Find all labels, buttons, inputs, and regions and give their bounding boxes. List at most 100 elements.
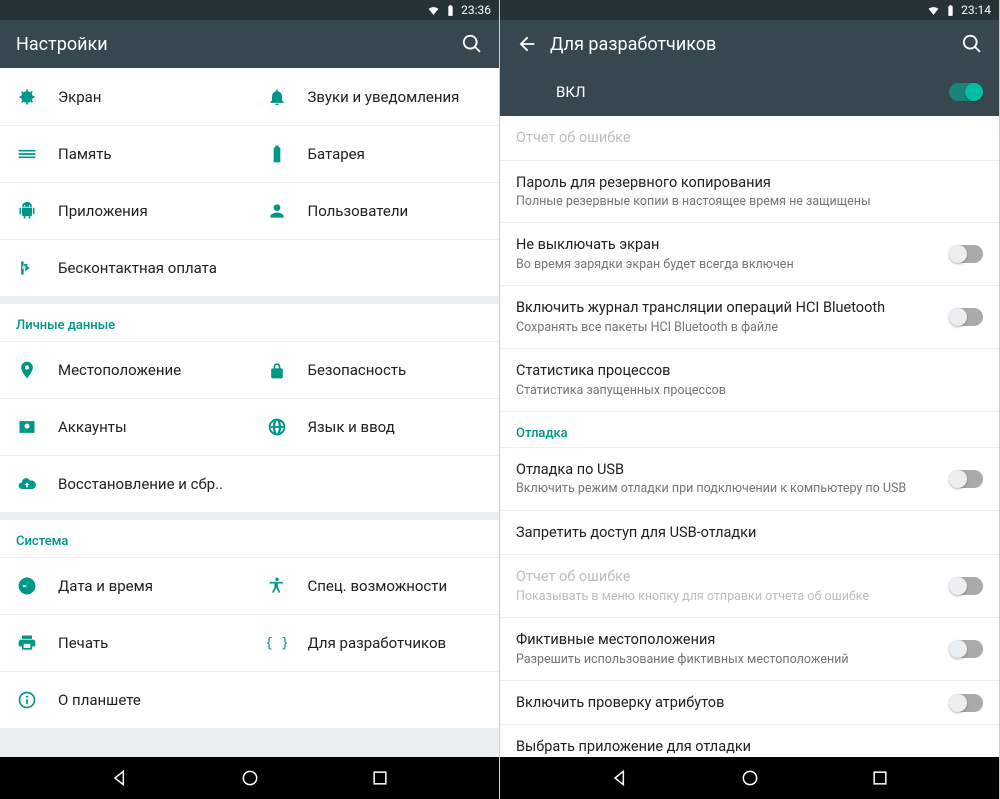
settings-item-display[interactable]: Экран	[0, 68, 250, 125]
list-item: Отчет об ошибкеПоказывать в меню кнопку …	[500, 555, 999, 618]
settings-item-android[interactable]: Приложения	[0, 182, 250, 239]
nav-bar	[0, 757, 499, 799]
list-item-title: Отчет об ошибке	[516, 567, 929, 587]
nav-back-icon[interactable]	[610, 768, 630, 788]
list-item-title: Не выключать экран	[516, 235, 929, 255]
list-item[interactable]: Пароль для резервного копированияПолные …	[500, 161, 999, 224]
master-switch-row[interactable]: ВКЛ	[500, 68, 999, 116]
list-item-title: Запретить доступ для USB-отладки	[516, 523, 983, 543]
master-switch[interactable]	[949, 83, 983, 101]
nav-back-icon[interactable]	[110, 768, 130, 788]
accessibility-icon	[266, 575, 288, 597]
status-bar: 23:14	[500, 0, 999, 20]
list-item-title: Включить проверку атрибутов	[516, 693, 929, 713]
settings-item-location[interactable]: Местоположение	[0, 341, 250, 398]
list-item-title: Выбрать приложение для отладки	[516, 737, 983, 757]
settings-item-label: Для разработчиков	[308, 634, 447, 652]
list-item-title: Отладка по USB	[516, 460, 929, 480]
toggle-switch[interactable]	[949, 694, 983, 712]
settings-item-label: Язык и ввод	[308, 418, 395, 436]
section-header: Личные данные	[0, 304, 499, 341]
list-item-title: Включить журнал трансляции операций HCI …	[516, 298, 929, 318]
settings-item-dev[interactable]: { } Для разработчиков	[250, 614, 500, 671]
globe-icon	[266, 416, 288, 438]
settings-item-memory[interactable]: Память	[0, 125, 250, 182]
settings-item-label: Печать	[58, 634, 108, 652]
toggle-switch[interactable]	[949, 640, 983, 658]
settings-item-account[interactable]: Аккаунты	[0, 398, 250, 455]
list-item[interactable]: Включить проверку атрибутов	[500, 681, 999, 726]
toggle-switch[interactable]	[949, 245, 983, 263]
clock-icon	[16, 575, 38, 597]
master-switch-label: ВКЛ	[556, 83, 949, 101]
list-item-subtitle: Во время зарядки экран будет всегда вклю…	[516, 257, 929, 273]
settings-item-label: Батарея	[308, 145, 365, 163]
settings-item-clock[interactable]: Дата и время	[0, 557, 250, 614]
search-icon[interactable]	[461, 33, 483, 55]
settings-item-label: Безопасность	[308, 361, 407, 379]
nav-recent-icon[interactable]	[370, 768, 390, 788]
list-item[interactable]: Выбрать приложение для отладкиПриложение…	[500, 725, 999, 757]
list-item-title: Отчет об ошибке	[516, 128, 983, 148]
backup-icon	[16, 473, 38, 495]
settings-content: ЭкранЗвуки и уведомления Память Батарея При…	[0, 68, 499, 757]
status-time: 23:14	[961, 3, 991, 17]
nav-home-icon[interactable]	[240, 768, 260, 788]
settings-item-accessibility[interactable]: Спец. возможности	[250, 557, 500, 614]
toolbar: Для разработчиков	[500, 20, 999, 68]
search-icon[interactable]	[961, 33, 983, 55]
settings-item-label: Пользователи	[308, 202, 409, 220]
page-title: Для разработчиков	[550, 34, 949, 55]
battery-icon	[444, 4, 457, 17]
settings-pane: 23:36 Настройки ЭкранЗвуки и уведомления…	[0, 0, 500, 799]
settings-item-bell[interactable]: Звуки и уведомления	[250, 68, 500, 125]
dev-section-header: Отладка	[500, 412, 999, 448]
developer-pane: 23:14 Для разработчиков ВКЛ Отчет об оши…	[500, 0, 1000, 799]
settings-item-globe[interactable]: Язык и ввод	[250, 398, 500, 455]
list-item[interactable]: Включить журнал трансляции операций HCI …	[500, 286, 999, 349]
settings-item-label: О планшете	[58, 691, 141, 709]
list-item-subtitle: Разрешить использование фиктивных местоп…	[516, 652, 929, 668]
location-icon	[16, 359, 38, 381]
settings-item-label: Спец. возможности	[308, 577, 448, 595]
list-item-subtitle: Сохранять все пакеты HCI Bluetooth в фай…	[516, 320, 929, 336]
settings-item-print[interactable]: Печать	[0, 614, 250, 671]
settings-item-label: Память	[58, 145, 112, 163]
battery-icon	[944, 4, 957, 17]
list-item[interactable]: Фиктивные местоположенияРазрешить исполь…	[500, 618, 999, 681]
toggle-switch[interactable]	[949, 308, 983, 326]
settings-item-label: Дата и время	[58, 577, 153, 595]
battery-icon	[266, 143, 288, 165]
nav-home-icon[interactable]	[740, 768, 760, 788]
list-item[interactable]: Отладка по USBВключить режим отладки при…	[500, 448, 999, 511]
settings-item-info[interactable]: О планшете	[0, 671, 499, 728]
list-item[interactable]: Запретить доступ для USB-отладки	[500, 511, 999, 556]
nfc-icon	[16, 257, 38, 279]
settings-item-battery[interactable]: Батарея	[250, 125, 500, 182]
back-icon[interactable]	[516, 33, 538, 55]
list-item[interactable]: Статистика процессовСтатистика запущенны…	[500, 349, 999, 412]
toolbar: Настройки	[0, 20, 499, 68]
nav-recent-icon[interactable]	[870, 768, 890, 788]
list-item[interactable]: Не выключать экран Во время зарядки экран…	[500, 223, 999, 286]
settings-item-backup[interactable]: Восстановление и сбр..	[0, 455, 499, 512]
android-icon	[16, 200, 38, 222]
list-item-subtitle: Включить режим отладки при подключении к…	[516, 481, 929, 497]
settings-item-lock[interactable]: Безопасность	[250, 341, 500, 398]
toggle-switch	[949, 577, 983, 595]
developer-content: Отчет об ошибке Пароль для резервного коп…	[500, 116, 999, 757]
page-title: Настройки	[16, 34, 449, 55]
memory-icon	[16, 143, 38, 165]
dev-icon: { }	[266, 632, 288, 654]
settings-item-label: Бесконтактная оплата	[58, 259, 217, 277]
account-icon	[16, 416, 38, 438]
print-icon	[16, 632, 38, 654]
list-item-title: Пароль для резервного копирования	[516, 173, 983, 193]
bell-icon	[266, 86, 288, 108]
person-icon	[266, 200, 288, 222]
settings-item-nfc[interactable]: Бесконтактная оплата	[0, 239, 499, 296]
settings-item-label: Приложения	[58, 202, 148, 220]
nav-bar	[500, 757, 999, 799]
toggle-switch[interactable]	[949, 470, 983, 488]
settings-item-person[interactable]: Пользователи	[250, 182, 500, 239]
